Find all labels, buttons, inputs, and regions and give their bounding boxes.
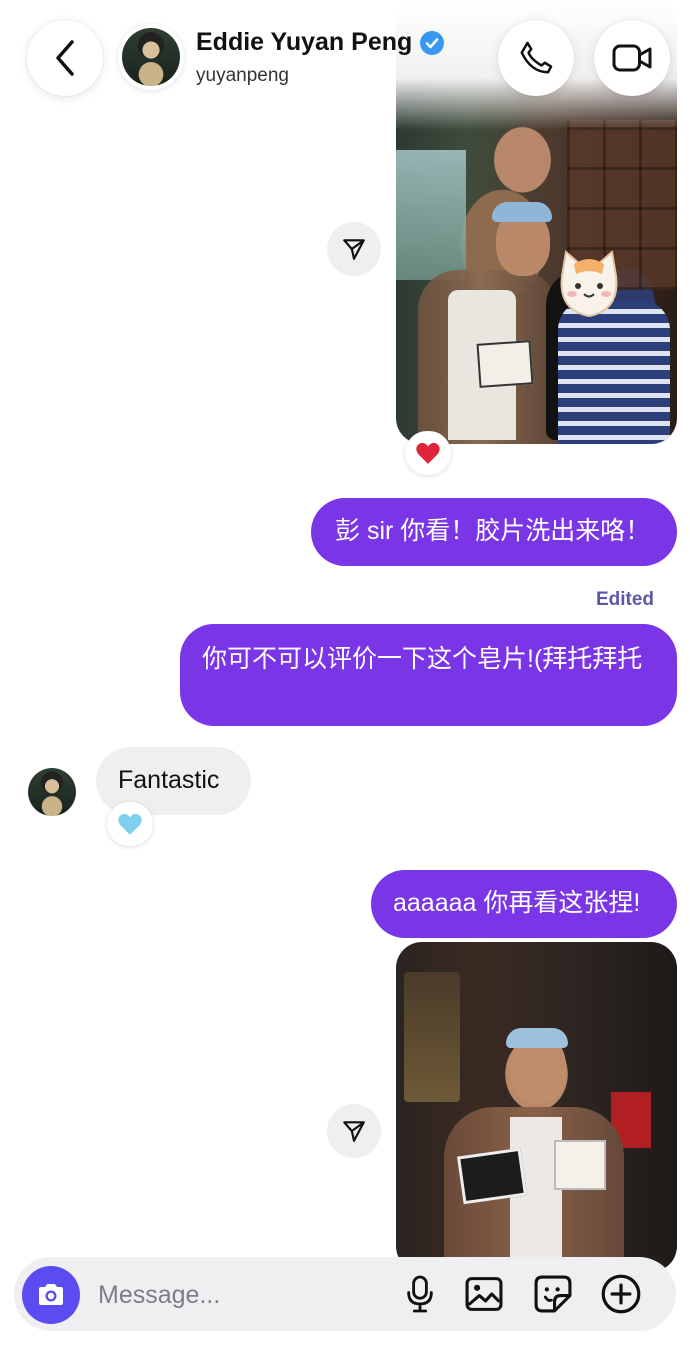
message-reaction[interactable] [405, 431, 451, 475]
contact-handle: yuyanpeng [196, 65, 289, 86]
contact-avatar[interactable] [118, 24, 184, 90]
video-camera-icon [612, 44, 652, 72]
share-photo-button[interactable] [327, 222, 381, 276]
verified-badge-icon [420, 30, 445, 55]
video-call-button[interactable] [594, 20, 670, 96]
plus-circle-icon [601, 1274, 641, 1314]
message-text: aaaaaa 你再看这张捏! [393, 889, 641, 917]
send-arrow-icon [343, 1121, 365, 1142]
microphone-icon [407, 1275, 433, 1313]
outgoing-message[interactable]: aaaaaa 你再看这张捏! [371, 870, 677, 938]
voice-message-button[interactable] [398, 1272, 442, 1316]
contact-name: Eddie Yuyan Peng [196, 28, 413, 56]
message-input[interactable] [96, 1274, 390, 1316]
red-heart-icon [416, 442, 440, 464]
sticker-button[interactable] [531, 1272, 575, 1316]
send-arrow-icon [343, 239, 365, 260]
image-gallery-icon [465, 1277, 503, 1311]
message-text: Fantastic [118, 766, 220, 794]
shared-photo-2[interactable] [396, 942, 677, 1272]
light-blue-heart-icon [118, 813, 142, 835]
message-text: 彭 sir 你看！胶片洗出来咯！ [335, 517, 651, 545]
sticker-icon [534, 1275, 572, 1313]
share-photo-button[interactable] [327, 1104, 381, 1158]
message-reaction[interactable] [107, 802, 153, 846]
sender-avatar[interactable] [28, 768, 76, 816]
outgoing-message[interactable]: 你可不可以评价一下这个皂片!(拜托拜托 [180, 624, 677, 726]
header-backdrop [0, 0, 690, 130]
contact-name-row[interactable]: Eddie Yuyan Peng [196, 28, 445, 57]
gallery-button[interactable] [462, 1272, 506, 1316]
more-options-button[interactable] [599, 1272, 643, 1316]
camera-icon [39, 1284, 63, 1305]
edited-label: Edited [595, 589, 654, 610]
cat-face-sticker [560, 250, 618, 318]
back-button[interactable] [27, 20, 103, 96]
message-text: 你可不可以评价一下这个皂片!(拜托拜托 [202, 645, 643, 673]
outgoing-message[interactable]: 彭 sir 你看！胶片洗出来咯！ [311, 498, 677, 566]
camera-button[interactable] [22, 1266, 80, 1324]
chevron-left-icon [56, 40, 74, 76]
phone-icon [520, 41, 553, 74]
voice-call-button[interactable] [498, 20, 574, 96]
